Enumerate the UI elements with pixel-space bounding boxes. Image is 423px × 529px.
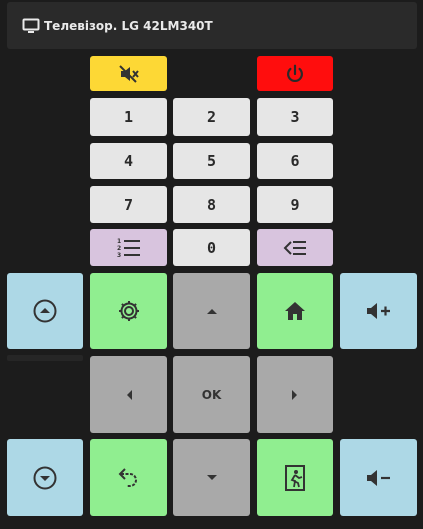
svg-text:3: 3 [117, 252, 121, 259]
settings-button[interactable] [90, 273, 167, 349]
key-8-button[interactable]: 8 [173, 186, 250, 223]
volume-down-icon [365, 467, 393, 489]
key-3-button[interactable]: 3 [257, 98, 333, 136]
key-1-button[interactable]: 1 [90, 98, 167, 136]
nav-up-button[interactable] [173, 273, 250, 349]
arrow-right-icon [290, 388, 300, 402]
key-5-button[interactable]: 5 [173, 143, 250, 179]
exit-button[interactable] [257, 439, 333, 516]
key-9-button[interactable]: 9 [257, 186, 333, 223]
mute-button[interactable] [90, 56, 167, 91]
channel-up-button[interactable] [7, 273, 83, 349]
svg-text:1: 1 [117, 238, 121, 245]
device-title: Телевізор. LG 42LM340T [44, 18, 213, 33]
return-icon [117, 465, 141, 491]
mute-icon [117, 62, 141, 86]
home-icon [283, 300, 307, 322]
key-4-button[interactable]: 4 [90, 143, 167, 179]
circle-down-icon [32, 465, 58, 491]
arrow-down-icon [205, 473, 219, 483]
backspace-button[interactable] [257, 229, 333, 266]
numbered-list-icon: 1 2 3 [115, 236, 143, 260]
backspace-icon [282, 237, 308, 259]
power-button[interactable] [257, 56, 333, 91]
key-6-button[interactable]: 6 [257, 143, 333, 179]
home-button[interactable] [257, 273, 333, 349]
nav-right-button[interactable] [257, 356, 333, 433]
tv-icon [22, 17, 40, 35]
volume-up-icon [365, 300, 393, 322]
svg-text:2: 2 [117, 245, 121, 252]
ok-button[interactable]: OK [173, 356, 250, 433]
power-icon [284, 63, 306, 85]
key-7-button[interactable]: 7 [90, 186, 167, 223]
gear-icon [116, 298, 142, 324]
device-header: Телевізор. LG 42LM340T [7, 2, 417, 49]
nav-down-button[interactable] [173, 439, 250, 516]
return-button[interactable] [90, 439, 167, 516]
volume-up-button[interactable] [340, 273, 417, 349]
list-button[interactable]: 1 2 3 [90, 229, 167, 266]
channel-down-button[interactable] [7, 439, 83, 516]
volume-down-button[interactable] [340, 439, 417, 516]
key-2-button[interactable]: 2 [173, 98, 250, 136]
exit-icon [282, 464, 308, 492]
nav-left-button[interactable] [90, 356, 167, 433]
key-0-button[interactable]: 0 [173, 229, 250, 266]
channel-separator [7, 355, 83, 361]
arrow-up-icon [205, 306, 219, 316]
circle-up-icon [32, 298, 58, 324]
arrow-left-icon [124, 388, 134, 402]
